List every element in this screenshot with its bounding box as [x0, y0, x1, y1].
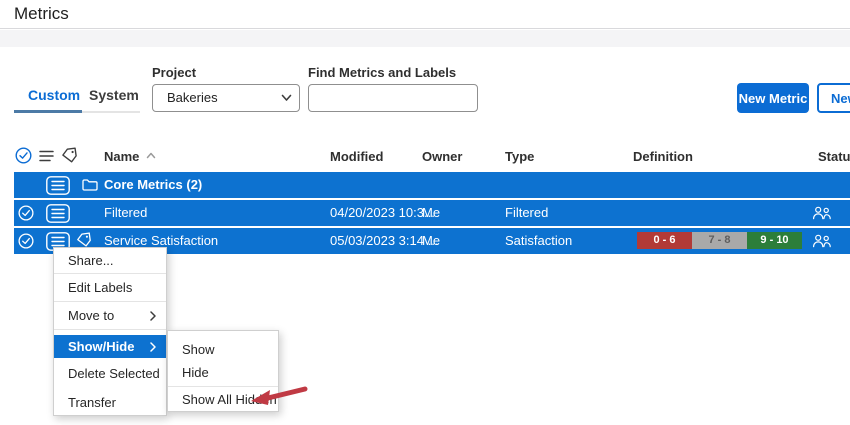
definition-badge-passive: 7 - 8 [692, 232, 747, 249]
menu-item-delete-selected[interactable]: Delete Selected [54, 358, 166, 389]
annotation-arrow-icon [249, 384, 309, 406]
column-header-owner[interactable]: Owner [422, 149, 462, 164]
row-type: Filtered [505, 205, 548, 220]
tab-custom[interactable]: Custom [28, 87, 80, 103]
column-header-status[interactable]: Status [818, 149, 850, 164]
column-header-modified[interactable]: Modified [330, 149, 383, 164]
column-header-definition[interactable]: Definition [633, 149, 693, 164]
menu-item-share[interactable]: Share... [54, 248, 166, 273]
submenu-item-hide[interactable]: Hide [168, 361, 278, 384]
column-header-name[interactable]: Name [104, 149, 139, 164]
row-owner: Me [422, 205, 440, 220]
submenu-spacer [168, 331, 278, 338]
table-row-filtered[interactable]: Filtered 04/20/2023 10:3... Me Filtered [14, 200, 850, 226]
header-divider-band [0, 30, 850, 47]
chevron-right-icon [150, 311, 156, 321]
row-type: Satisfaction [505, 233, 572, 248]
menu-item-transfer[interactable]: Transfer [54, 389, 166, 415]
submenu-item-show[interactable]: Show [168, 338, 278, 361]
group-row-name: Core Metrics (2) [104, 177, 202, 192]
row-context-menu: Share... Edit Labels Move to Show/Hide D… [53, 247, 167, 416]
project-select[interactable]: Bakeries [152, 84, 300, 112]
definition-badge-promoter: 9 - 10 [747, 232, 802, 249]
menu-item-move-to[interactable]: Move to [54, 302, 166, 329]
row-select-icon[interactable] [18, 233, 34, 249]
list-options-icon[interactable] [39, 150, 54, 162]
shared-users-icon [812, 206, 832, 220]
new-secondary-button[interactable]: New [817, 83, 850, 113]
row-owner: Me [422, 233, 440, 248]
row-modified: 04/20/2023 10:3... [330, 205, 435, 220]
tag-icon[interactable] [61, 147, 78, 164]
tab-system[interactable]: System [89, 87, 139, 103]
top-bar [0, 0, 850, 29]
search-label: Find Metrics and Labels [308, 65, 456, 80]
chevron-right-icon [150, 342, 156, 352]
tag-icon[interactable] [76, 232, 92, 248]
tab-strip-underline [82, 111, 140, 113]
column-header-type[interactable]: Type [505, 149, 534, 164]
shared-users-icon [812, 234, 832, 248]
metrics-page: { "header": { "title": "Metrics" }, "too… [0, 0, 850, 425]
sort-ascending-icon [146, 152, 156, 159]
search-input[interactable] [308, 84, 478, 112]
folder-icon [82, 178, 98, 191]
new-metric-button[interactable]: New Metric [737, 83, 809, 113]
row-menu-icon[interactable] [46, 204, 70, 223]
menu-item-show-hide[interactable]: Show/Hide [54, 335, 166, 358]
row-name: Filtered [104, 205, 147, 220]
chevron-down-icon [281, 94, 292, 102]
definition-badge-detractor: 0 - 6 [637, 232, 692, 249]
project-select-value: Bakeries [167, 90, 218, 105]
row-select-icon[interactable] [18, 205, 34, 221]
row-menu-icon[interactable] [46, 176, 70, 195]
row-name: Service Satisfaction [104, 233, 218, 248]
project-label: Project [152, 65, 196, 80]
page-title: Metrics [14, 4, 69, 24]
select-all-icon[interactable] [15, 147, 32, 164]
menu-item-edit-labels[interactable]: Edit Labels [54, 274, 166, 301]
tab-active-underline [14, 110, 82, 113]
table-group-row[interactable]: Core Metrics (2) [14, 172, 850, 198]
